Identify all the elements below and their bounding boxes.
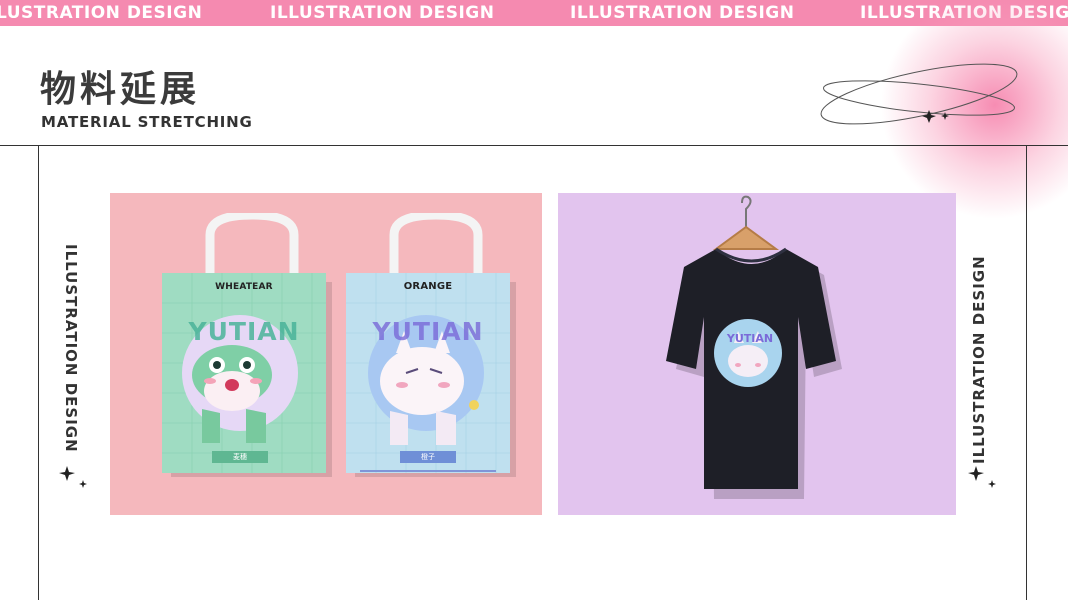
- bag-label: ORANGE: [403, 281, 453, 292]
- bag-brand-text: YUTIAN: [372, 317, 484, 346]
- orbit-decoration: [820, 63, 1018, 125]
- bag-footer-label: 麦穗: [233, 453, 247, 461]
- frame-left: [38, 145, 39, 600]
- side-text-right: ILLUSTRATION DESIGN: [970, 255, 988, 464]
- tote-bag-mockup-panel: WHEATEAR YUTIAN 麦穗 ORANGE YUTIAN 橙子: [110, 193, 542, 515]
- side-text-left: ILLUSTRATION DESIGN: [62, 244, 80, 453]
- star-icon: [941, 112, 949, 120]
- banner-text: LUSTRATION DESIGN: [0, 3, 203, 23]
- tote-bag-green: WHEATEAR YUTIAN 麦穗: [162, 213, 332, 477]
- star-icon: [922, 110, 936, 123]
- tshirt-brand-text: YUTIAN: [726, 332, 774, 345]
- page-title: 物料延展: [40, 69, 201, 110]
- tshirt-mockup-panel: YUTIAN: [558, 193, 956, 515]
- bag-footer-label: 橙子: [421, 453, 435, 461]
- tshirt-art: [666, 195, 842, 499]
- stars-icon: [59, 466, 87, 488]
- top-banner: LUSTRATION DESIGN ILLUSTRATION DESIGN IL…: [0, 0, 1068, 26]
- bag-label: WHEATEAR: [215, 282, 273, 292]
- page-subtitle: MATERIAL STRETCHING: [41, 113, 253, 131]
- banner-text: ILLUSTRATION DESIGN: [270, 3, 495, 23]
- tote-bag-blue: ORANGE YUTIAN 橙子: [346, 213, 516, 477]
- bag-brand-text: YUTIAN: [188, 317, 300, 346]
- frame-right: [1026, 145, 1027, 600]
- divider: [0, 145, 1068, 146]
- banner-text: ILLUSTRATION DESIGN: [570, 3, 795, 23]
- stars-icon: [968, 466, 996, 488]
